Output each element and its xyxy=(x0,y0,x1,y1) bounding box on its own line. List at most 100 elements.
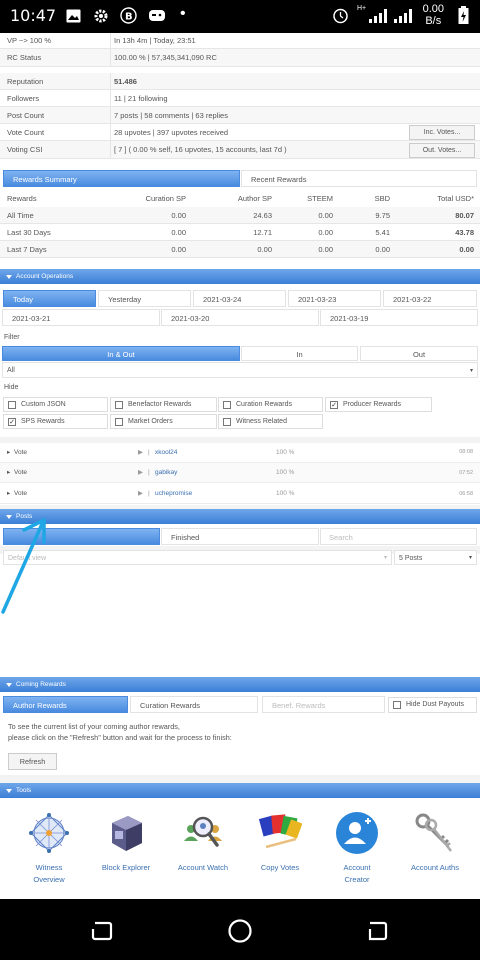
gear-icon xyxy=(94,9,108,23)
expand-icon: ▸ xyxy=(7,490,11,497)
home-icon[interactable] xyxy=(227,918,253,944)
select-value: All xyxy=(7,367,15,374)
voting-csi-value: [ 7 ] ( 0.00 % self, 16 upvotes, 15 acco… xyxy=(114,145,287,154)
tool-label: Overview xyxy=(33,875,65,884)
row-divider xyxy=(110,107,111,123)
list-item[interactable]: ▸ Vote ▶ | gabikay 100 % 07:52 xyxy=(0,463,480,483)
tab-out[interactable]: Out xyxy=(360,346,478,361)
tab-date[interactable]: 2021-03-21 xyxy=(2,309,160,326)
tab-rewards-summary[interactable]: Rewards Summary xyxy=(3,170,240,187)
tab-date[interactable]: 2021-03-24 xyxy=(193,290,286,307)
cell-total: 0.00 xyxy=(459,245,474,254)
separator: | xyxy=(148,449,150,456)
gallery-icon xyxy=(66,9,81,23)
tool-label: Creator xyxy=(344,875,370,884)
account-operations-bar[interactable]: Account Operations xyxy=(0,269,480,284)
checkbox-label: Producer Rewards xyxy=(343,401,401,408)
checkbox-icon xyxy=(393,701,401,709)
tab-recent-rewards[interactable]: Recent Rewards xyxy=(241,170,477,187)
sort-select[interactable]: Default view ▾ xyxy=(3,550,392,565)
tab-benef-rewards[interactable]: Benef. Rewards xyxy=(262,696,385,713)
checkbox-benefactor-rewards[interactable]: Benefactor Rewards xyxy=(110,397,217,412)
tab-date[interactable]: 2021-03-20 xyxy=(161,309,319,326)
tab-date[interactable]: 2021-03-22 xyxy=(383,290,477,307)
tool-account-creator[interactable]: Account Creator xyxy=(320,811,394,884)
back-icon[interactable] xyxy=(365,919,389,943)
posts-count-select[interactable]: 5 Posts ▾ xyxy=(394,550,477,565)
cell-total: 80.07 xyxy=(455,211,474,220)
posts-bar[interactable]: Posts xyxy=(0,509,480,524)
tab-curation-rewards[interactable]: Curation Rewards xyxy=(130,696,258,713)
tools-bar[interactable]: Tools xyxy=(0,783,480,798)
cell-period: Last 30 Days xyxy=(7,228,51,237)
tab-author-rewards[interactable]: Author Rewards xyxy=(3,696,128,713)
tool-account-auths[interactable]: Account Auths xyxy=(398,811,472,872)
play-icon: ▶ xyxy=(138,490,143,497)
post-count-label: Post Count xyxy=(7,111,45,120)
cube-icon xyxy=(112,816,142,851)
out-votes-button[interactable]: Out. Votes... xyxy=(409,143,475,158)
row-divider xyxy=(110,33,111,48)
reputation-value: 51.486 xyxy=(114,77,137,86)
expand-icon: ▸ xyxy=(7,449,11,456)
row-divider xyxy=(110,141,111,158)
reputation-label: Reputation xyxy=(7,77,44,86)
android-nav-bar xyxy=(0,899,480,960)
cell-period: Last 7 Days xyxy=(7,245,47,254)
checkbox-producer-rewards[interactable]: ✓ Producer Rewards xyxy=(325,397,432,412)
tool-copy-votes[interactable]: Copy Votes xyxy=(243,811,317,872)
refresh-button[interactable]: Refresh xyxy=(8,753,57,770)
col-total-usd: Total USD* xyxy=(437,194,474,203)
recent-apps-icon[interactable] xyxy=(90,919,114,943)
list-item[interactable]: ▸ Vote ▶ | uchepromise 100 % 06:58 xyxy=(0,484,480,504)
cell-author: 12.71 xyxy=(253,228,272,237)
tab-date[interactable]: 2021-03-23 xyxy=(288,290,381,307)
checkbox-custom-json[interactable]: Custom JSON xyxy=(3,397,108,412)
vote-percent: 100 % xyxy=(276,469,295,476)
carrier-tag: H+ xyxy=(357,5,367,12)
checkbox-witness-related[interactable]: Witness Related xyxy=(218,414,323,429)
rc-row: RC Status 100.00 % | 57,345,341,090 RC xyxy=(0,49,480,67)
tab-in[interactable]: In xyxy=(241,346,358,361)
cell-curation: 0.00 xyxy=(171,228,186,237)
cell-curation: 0.00 xyxy=(171,211,186,220)
coming-rewards-bar[interactable]: Coming Rewards xyxy=(0,677,480,692)
operations-select[interactable]: All ▾ xyxy=(2,362,478,378)
vote-user-link[interactable]: xkool24 xyxy=(155,443,177,462)
tool-witness-overview[interactable]: Witness Overview xyxy=(12,811,86,884)
tool-label: Account Auths xyxy=(411,863,459,872)
network-globe-icon xyxy=(29,813,69,853)
alarm-icon xyxy=(333,8,348,24)
chevron-down-icon: ▾ xyxy=(383,555,387,561)
row-divider xyxy=(110,49,111,66)
voting-csi-row: Voting CSI [ 7 ] ( 0.00 % self, 16 upvot… xyxy=(0,141,480,159)
checkbox-market-orders[interactable]: Market Orders xyxy=(110,414,217,429)
inc-votes-button[interactable]: Inc. Votes... xyxy=(409,125,475,140)
signal-icon-1 xyxy=(369,9,387,23)
tool-block-explorer[interactable]: Block Explorer xyxy=(89,811,163,872)
tab-finished[interactable]: Finished xyxy=(161,528,319,545)
list-item[interactable]: ▸ Vote ▶ | xkool24 100 % 08:08 xyxy=(0,443,480,463)
chevron-down-icon: ▾ xyxy=(468,555,472,561)
search-placeholder: Search xyxy=(329,533,353,542)
tab-in-out[interactable]: In & Out xyxy=(2,346,240,361)
checkbox-hide-dust[interactable]: Hide Dust Payouts xyxy=(388,697,477,713)
checkbox-sps-rewards[interactable]: ✓ SPS Rewards xyxy=(3,414,108,429)
checkbox-icon xyxy=(8,401,16,409)
cell-curation: 0.00 xyxy=(171,245,186,254)
tool-account-watch[interactable]: Account Watch xyxy=(166,811,240,872)
voting-csi-label: Voting CSI xyxy=(7,145,43,154)
vp-row: VP ~> 100 % In 13h 4m | Today, 23:51 xyxy=(0,33,480,49)
tab-yesterday[interactable]: Yesterday xyxy=(98,290,191,307)
vote-user-link[interactable]: uchepromise xyxy=(155,484,192,504)
checkbox-curation-rewards[interactable]: Curation Rewards xyxy=(218,397,323,412)
vote-user-link[interactable]: gabikay xyxy=(155,463,177,483)
checkbox-label: Custom JSON xyxy=(21,401,66,408)
col-steem: STEEM xyxy=(307,194,333,203)
keys-icon xyxy=(415,813,452,852)
tab-today[interactable]: Today xyxy=(3,290,96,307)
separator: | xyxy=(148,469,150,476)
filter-label: Filter xyxy=(4,334,20,341)
search-input[interactable]: Search xyxy=(320,528,477,545)
tab-date[interactable]: 2021-03-19 xyxy=(320,309,478,326)
